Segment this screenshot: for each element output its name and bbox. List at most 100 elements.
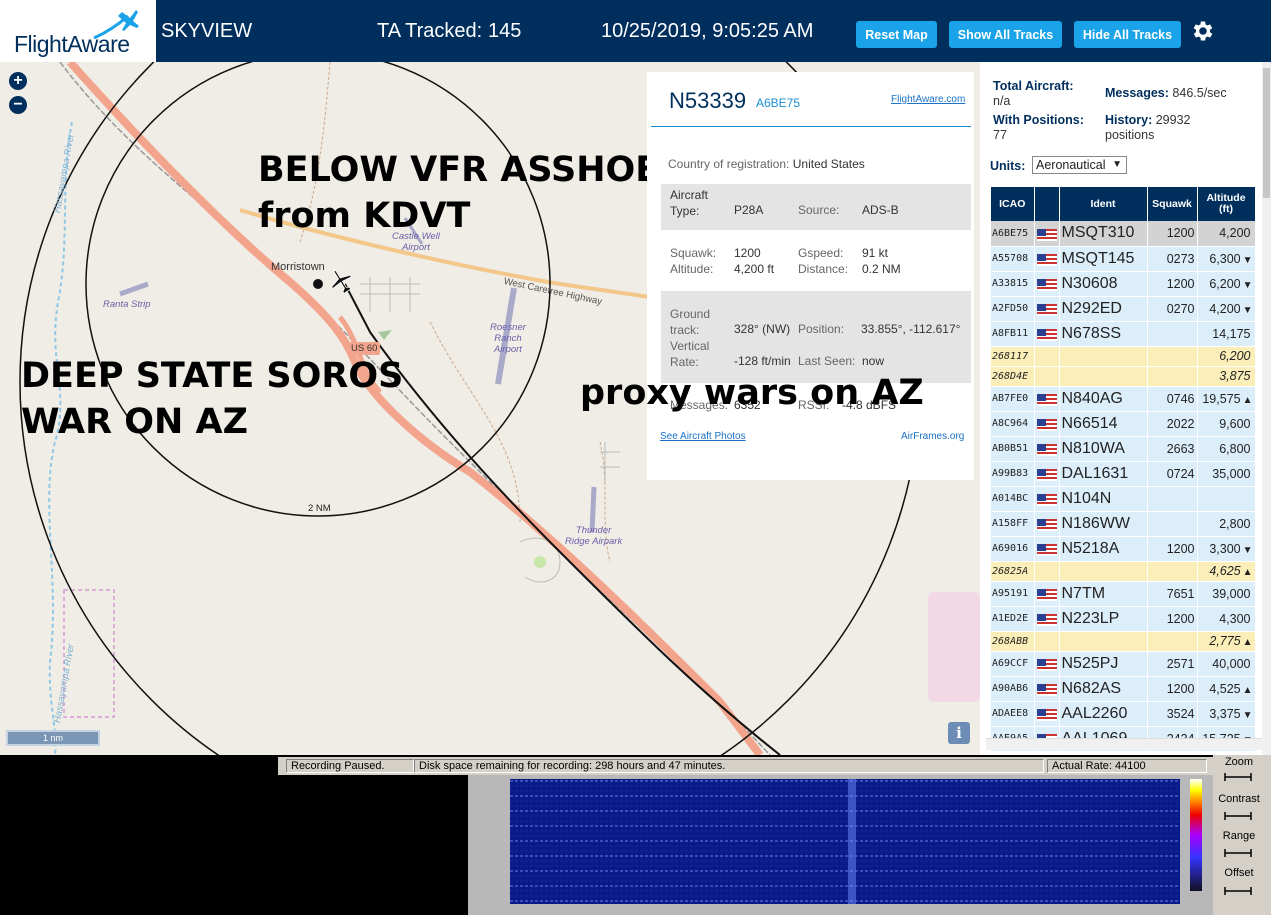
icao-cell: A8C964 [991, 411, 1035, 437]
distance-label: Distance: [798, 262, 849, 276]
table-row[interactable]: AB7FE0 N840AG 0746 19,575 ▲ [991, 386, 1256, 412]
zoom-label: Zoom [1224, 756, 1254, 768]
messages-stat: Messages: 846.5/sec [1105, 86, 1227, 101]
table-row[interactable]: 268D4E 3,875 [991, 366, 1256, 387]
aircraft-marker-icon[interactable] [328, 268, 354, 294]
ident-cell: N7TM [1059, 581, 1148, 607]
flightaware-link[interactable]: FlightAware.com [891, 94, 965, 105]
ident-cell: N66514 [1059, 411, 1148, 437]
altitude-cell: 6,300 ▼ [1197, 246, 1256, 272]
aircraft-table-body: A6BE75 MSQT310 1200 4,200 A55708 MSQT145 0273 6… [991, 221, 1256, 752]
table-row[interactable]: ADAEE8 AAL2260 3524 3,375 ▼ [991, 701, 1256, 727]
flag-cell [1034, 561, 1060, 582]
squawk-cell [1147, 631, 1198, 652]
total-aircraft-value: n/a [993, 94, 1011, 108]
squawk-cell: 1200 [1147, 606, 1198, 632]
units-select[interactable]: Aeronautical ▼ [1032, 156, 1127, 174]
col-icao[interactable]: ICAO [991, 187, 1035, 221]
table-row[interactable]: 268ABB 2,775 ▲ [991, 631, 1256, 652]
table-row[interactable]: A99B83 DAL1631 0724 35,000 [991, 461, 1256, 487]
distance-value: 0.2 NM [862, 262, 901, 276]
flag-cell [1034, 701, 1060, 727]
icao-cell: 268D4E [991, 366, 1035, 387]
table-row[interactable]: A1ED2E N223LP 1200 4,300 [991, 606, 1256, 632]
overlay-text-line4: WAR ON AZ [21, 402, 248, 442]
airframes-link[interactable]: AirFrames.org [901, 431, 964, 442]
table-row[interactable]: 26825A 4,625 ▲ [991, 561, 1256, 582]
info-icon[interactable]: i [948, 722, 970, 744]
col-altitude[interactable]: Altitude (ft) [1197, 187, 1256, 221]
ranta-strip [119, 281, 149, 297]
zoom-out-button[interactable]: − [9, 96, 27, 114]
table-row[interactable]: A158FF N186WW 2,800 [991, 511, 1256, 537]
hide-all-tracks-button[interactable]: Hide All Tracks [1074, 21, 1181, 48]
col-flag[interactable] [1034, 187, 1060, 221]
altitude-value: 4,200 [1219, 226, 1251, 241]
table-row[interactable]: A8FB11 N678SS 14,175 [991, 321, 1256, 347]
table-row[interactable]: A014BC N104N [991, 486, 1256, 512]
offset-slider[interactable] [1223, 885, 1253, 897]
source-value: ADS-B [862, 203, 899, 217]
table-row[interactable]: A55708 MSQT145 0273 6,300 ▼ [991, 246, 1256, 272]
actual-rate: Actual Rate: 44100 [1047, 759, 1207, 773]
source-label: Source: [798, 203, 840, 217]
range-ring-label: 2 NM [308, 503, 331, 514]
us-flag-icon [1036, 493, 1057, 506]
panel-scrollbar-thumb[interactable] [1263, 68, 1270, 198]
flag-cell [1034, 386, 1060, 412]
gear-icon[interactable] [1190, 18, 1216, 44]
altitude-value: 4,300 [1219, 611, 1251, 626]
roesner-ranch-label: Roesner Ranch Airport [490, 322, 526, 355]
col-ident[interactable]: Ident [1059, 187, 1148, 221]
altitude-value: 6,200 [1209, 276, 1241, 291]
icao-cell: A014BC [991, 486, 1035, 512]
waterfall-spectrogram[interactable] [510, 779, 1180, 904]
tracked-count: 145 [488, 20, 522, 42]
thunder-ridge-label: Thunder Ridge Airpark [565, 525, 623, 547]
altitude-value: 6,200 [1219, 349, 1251, 363]
contrast-slider[interactable] [1223, 810, 1253, 822]
altitude-value: 6,800 [1219, 441, 1251, 456]
ident-cell [1059, 631, 1148, 652]
altitude-cell: 6,200 [1197, 346, 1256, 367]
history-unit: positions [1105, 128, 1155, 142]
table-row[interactable]: A33815 N30608 1200 6,200 ▼ [991, 271, 1256, 297]
table-header-row: ICAO Ident Squawk Altitude (ft) [991, 187, 1256, 221]
table-row[interactable]: A69CCF N525PJ 2571 40,000 [991, 651, 1256, 677]
flightaware-logo[interactable]: FlightAware [0, 0, 156, 62]
icao-cell: A2FD50 [991, 296, 1035, 322]
chevron-down-icon: ▼ [1112, 159, 1122, 170]
table-row[interactable]: A69016 N5218A 1200 3,300 ▼ [991, 536, 1256, 562]
show-all-tracks-button[interactable]: Show All Tracks [949, 21, 1062, 48]
altitude-value: 4,200 [1209, 301, 1241, 316]
col-squawk[interactable]: Squawk [1147, 187, 1198, 221]
altitude-cell: 6,800 [1197, 436, 1256, 462]
squawk-cell: 0746 [1147, 386, 1198, 412]
altitude-cell: 3,375 ▼ [1197, 701, 1256, 727]
table-row[interactable]: A2FD50 N292ED 0270 4,200 ▼ [991, 296, 1256, 322]
table-hscrollbar[interactable] [986, 738, 1262, 750]
table-row[interactable]: 268117 6,200 [991, 346, 1256, 367]
table-row[interactable]: AB0B51 N810WA 2663 6,800 [991, 436, 1256, 462]
aircraft-photos-link[interactable]: See Aircraft Photos [660, 431, 746, 442]
popup-divider [651, 126, 971, 127]
country-value: United States [792, 157, 865, 171]
zoom-slider[interactable] [1223, 771, 1253, 783]
us-flag-icon [1036, 328, 1057, 341]
total-aircraft-label: Total Aircraft: [993, 79, 1074, 93]
altitude-cell: 4,525 ▲ [1197, 676, 1256, 702]
table-row[interactable]: A95191 N7TM 7651 39,000 [991, 581, 1256, 607]
zoom-in-button[interactable]: + [9, 72, 27, 90]
reset-map-button[interactable]: Reset Map [856, 21, 937, 48]
ident-cell: N186WW [1059, 511, 1148, 537]
ident-cell: AAL2260 [1059, 701, 1148, 727]
range-slider[interactable] [1223, 847, 1253, 859]
flag-cell [1034, 511, 1060, 537]
restricted-area [928, 592, 980, 702]
messages-stat-label: Messages: [1105, 86, 1169, 100]
table-row[interactable]: A6BE75 MSQT310 1200 4,200 [991, 221, 1256, 247]
altitude-cell: 14,175 [1197, 321, 1256, 347]
table-row[interactable]: A90AB6 N682AS 1200 4,525 ▲ [991, 676, 1256, 702]
squawk-cell: 0273 [1147, 246, 1198, 272]
table-row[interactable]: A8C964 N66514 2022 9,600 [991, 411, 1256, 437]
